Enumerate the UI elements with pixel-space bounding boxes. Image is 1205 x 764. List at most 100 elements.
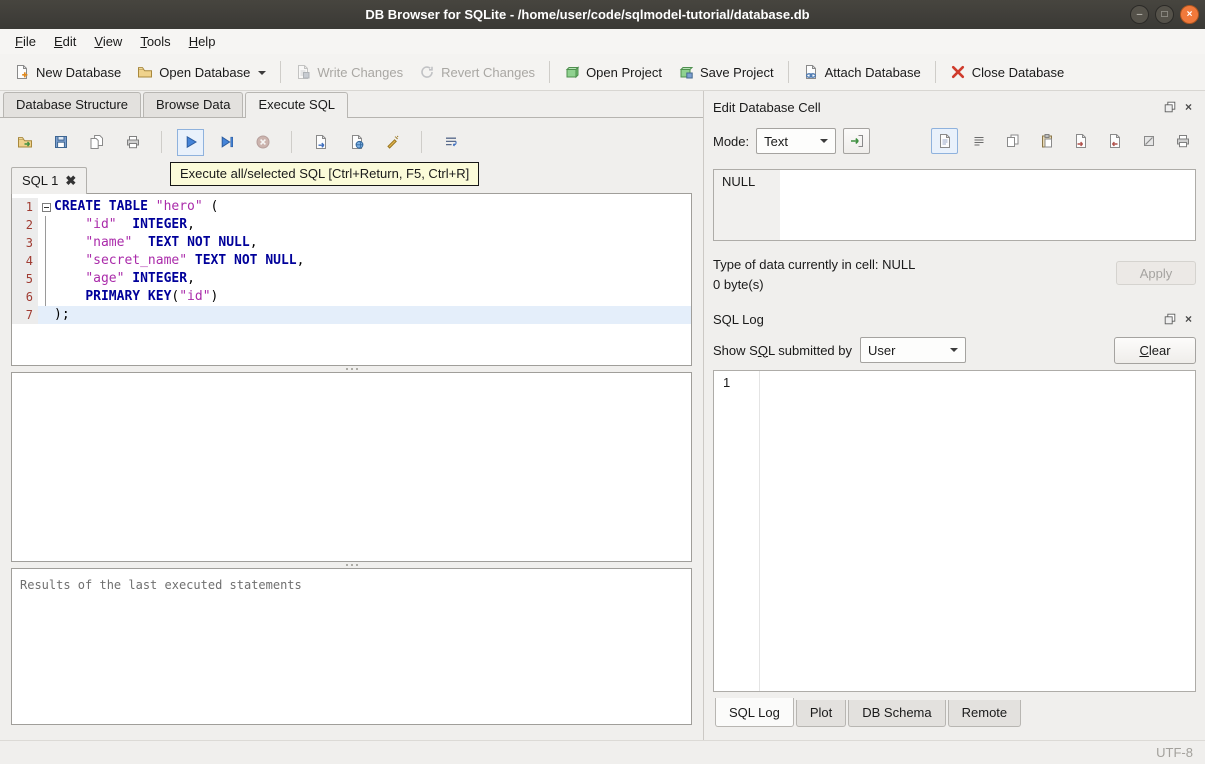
export-sql-button[interactable] — [307, 129, 334, 156]
tab-execute-sql[interactable]: Execute SQL — [245, 92, 349, 118]
fold-guide — [38, 252, 54, 270]
bottom-tab-remote[interactable]: Remote — [947, 700, 1022, 727]
tab-browse-data[interactable]: Browse Data — [143, 92, 244, 117]
export-data-button[interactable] — [1101, 128, 1128, 154]
close-button[interactable]: × — [1180, 5, 1199, 24]
new-database-button[interactable]: New Database — [6, 59, 129, 85]
fold-guide — [38, 270, 54, 288]
close-panel-button[interactable]: × — [1181, 100, 1196, 115]
print-icon — [125, 134, 141, 150]
word-wrap-button[interactable] — [437, 129, 464, 156]
paste-button[interactable] — [1033, 128, 1060, 154]
log-filter-select[interactable]: User — [860, 337, 966, 363]
open-project-button[interactable]: Open Project — [556, 59, 670, 85]
tab-database-structure[interactable]: Database Structure — [3, 92, 142, 117]
statusbar: UTF-8 — [0, 740, 1205, 764]
tab-label: DB Schema — [862, 705, 932, 720]
bottom-tab-db-schema[interactable]: DB Schema — [848, 700, 946, 727]
code-line[interactable]: 4 "secret_name" TEXT NOT NULL, — [12, 252, 691, 270]
fold-toggle-icon[interactable] — [38, 198, 54, 216]
dropdown-caret-icon[interactable] — [258, 71, 267, 79]
mode-select[interactable]: Text — [756, 128, 837, 154]
save-project-button[interactable]: Save Project — [670, 59, 782, 85]
write-changes-button[interactable]: Write Changes — [287, 59, 411, 85]
export-sql-icon — [313, 134, 329, 150]
apply-button[interactable]: Apply — [1116, 261, 1196, 285]
text-view-button[interactable] — [931, 128, 958, 154]
menu-edit[interactable]: Edit — [45, 31, 85, 52]
code-line[interactable]: 5 "age" INTEGER, — [12, 270, 691, 288]
mode-label: Mode: — [713, 133, 750, 149]
set-null-button[interactable] — [1135, 128, 1162, 154]
line-number: 7 — [12, 306, 38, 324]
tab-label: SQL Log — [729, 705, 780, 720]
save-project-label: Save Project — [699, 64, 774, 80]
execution-log-pane[interactable]: Results of the last executed statements — [11, 568, 692, 725]
import-data-button[interactable] — [1067, 128, 1094, 154]
sql-log-title: SQL Log — [713, 311, 764, 327]
menu-view[interactable]: View — [85, 31, 131, 52]
menu-tools[interactable]: Tools — [131, 31, 179, 52]
code-line[interactable]: 2 "id" INTEGER, — [12, 216, 691, 234]
sql-code-editor[interactable]: 1 CREATE TABLE "hero" ( 2 "id" INTEGER, 3 "… — [11, 193, 692, 366]
browse-table-button[interactable] — [343, 129, 370, 156]
execute-line-button[interactable] — [213, 129, 240, 156]
code-line[interactable]: 1 CREATE TABLE "hero" ( — [12, 198, 691, 216]
copy-icon — [1005, 133, 1021, 149]
copy-button[interactable] — [999, 128, 1026, 154]
toolbar-separator — [421, 131, 422, 153]
toolbar-separator — [280, 61, 282, 83]
save-sql-button[interactable] — [47, 129, 74, 156]
revert-changes-button[interactable]: Revert Changes — [411, 59, 543, 85]
open-sql-button[interactable] — [11, 129, 38, 156]
print-button[interactable] — [1169, 128, 1196, 154]
bottom-tab-sql-log[interactable]: SQL Log — [715, 698, 794, 727]
cell-value-editor[interactable]: NULL — [713, 169, 1196, 241]
tab-close-icon[interactable]: ✖ — [65, 174, 76, 187]
titlebar[interactable]: DB Browser for SQLite - /home/user/code/… — [0, 0, 1205, 29]
save-project-icon — [678, 64, 694, 80]
code-line[interactable]: 6 PRIMARY KEY("id") — [12, 288, 691, 306]
menu-file[interactable]: File — [6, 31, 45, 52]
sql-log-view[interactable]: 1 — [713, 370, 1196, 692]
code-line[interactable]: 3 "name" TEXT NOT NULL, — [12, 234, 691, 252]
format-sql-button[interactable] — [379, 129, 406, 156]
execute-all-button[interactable] — [177, 128, 204, 156]
float-icon — [1164, 313, 1175, 325]
close-database-button[interactable]: Close Database — [942, 59, 1073, 85]
code-text: CREATE TABLE "hero" ( — [54, 199, 219, 214]
log-gutter: 1 — [714, 371, 760, 691]
close-panel-button[interactable]: × — [1181, 312, 1196, 327]
float-panel-button[interactable] — [1162, 100, 1177, 115]
attach-database-button[interactable]: Attach Database — [795, 59, 929, 85]
wrap-text-button[interactable] — [965, 128, 992, 154]
open-database-button[interactable]: Open Database — [129, 59, 274, 85]
minimize-button[interactable]: – — [1130, 5, 1149, 24]
execute-line-icon — [219, 134, 235, 150]
log-body[interactable] — [760, 371, 1195, 691]
code-text: "name" TEXT NOT NULL, — [85, 235, 258, 250]
write-changes-label: Write Changes — [317, 64, 404, 80]
stop-button[interactable] — [249, 129, 276, 156]
float-panel-button[interactable] — [1162, 312, 1177, 327]
clear-log-button-label: Clear — [1139, 342, 1171, 358]
line-number: 1 — [12, 198, 38, 216]
toolbar-separator — [787, 61, 789, 83]
tooltip-text: Execute all/selected SQL [Ctrl+Return, F… — [180, 166, 470, 181]
float-icon — [1164, 101, 1175, 113]
code-line[interactable]: 7); — [12, 306, 691, 324]
log-filter-label: Show SQL submitted by — [713, 342, 852, 358]
import-file-button[interactable] — [843, 128, 871, 154]
bottom-tab-plot[interactable]: Plot — [795, 700, 847, 727]
fold-guide — [38, 234, 54, 252]
print-button[interactable] — [119, 129, 146, 156]
maximize-button[interactable]: □ — [1155, 5, 1174, 24]
revert-changes-icon — [419, 64, 435, 80]
cell-value-body[interactable] — [780, 170, 1195, 240]
results-grid[interactable] — [11, 372, 692, 562]
stop-icon — [255, 134, 271, 150]
menu-help[interactable]: Help — [180, 31, 225, 52]
clear-log-button[interactable]: Clear — [1114, 336, 1196, 364]
save-sql-as-button[interactable] — [83, 129, 110, 156]
sql-editor-tab[interactable]: SQL 1 ✖ — [11, 167, 88, 194]
